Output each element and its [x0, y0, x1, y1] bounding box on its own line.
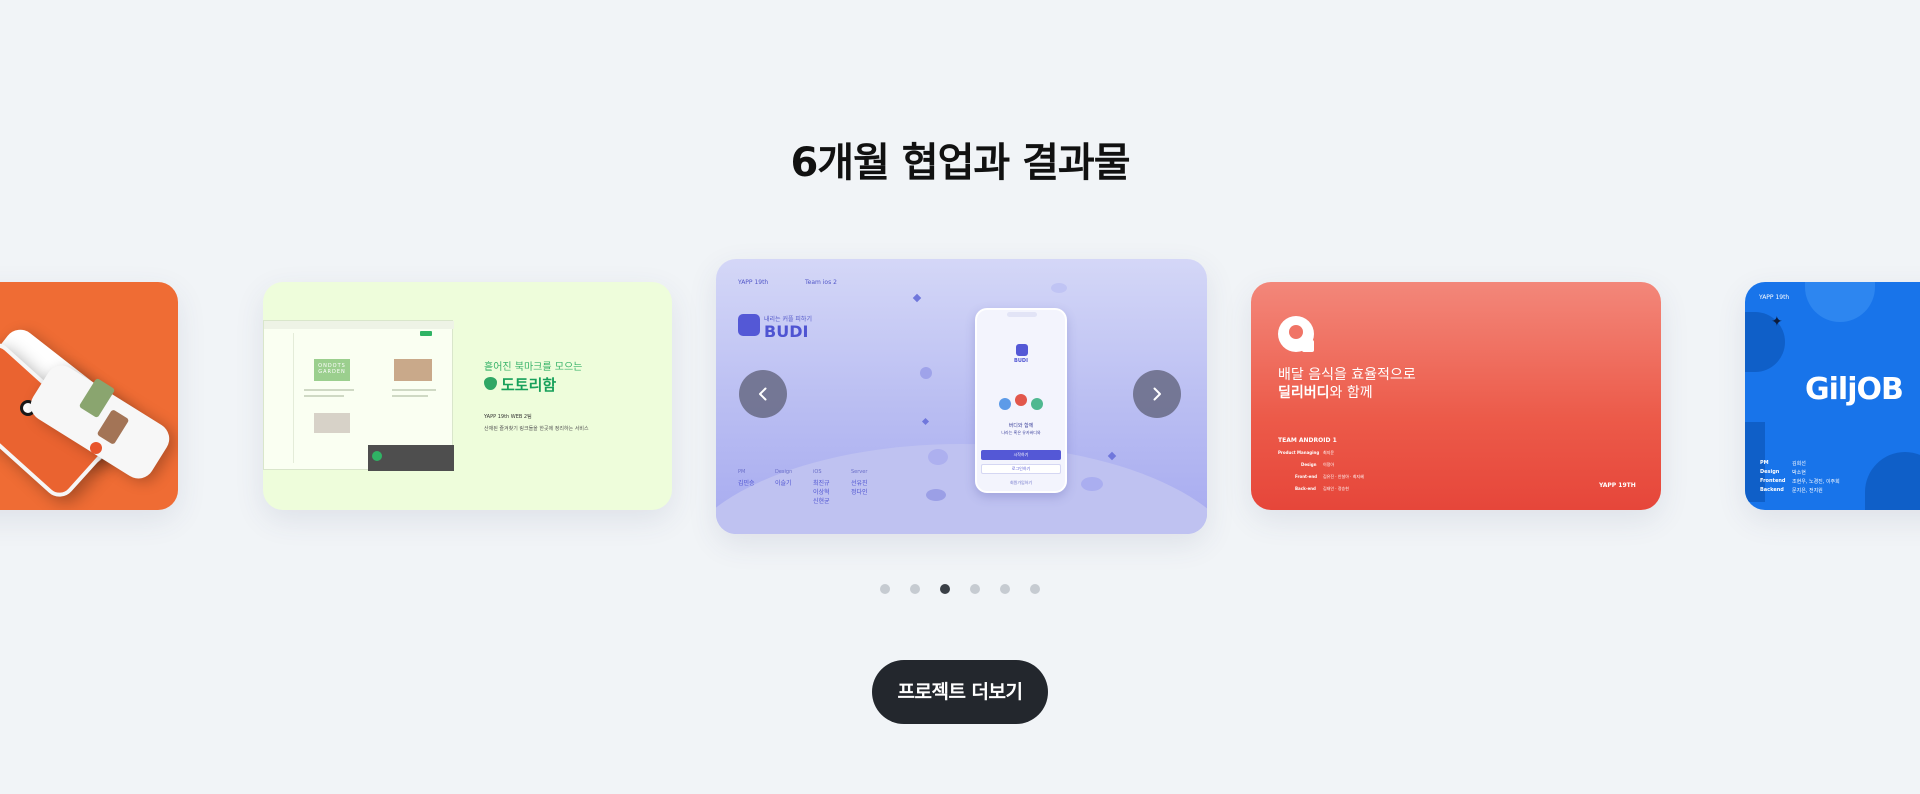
credit-name: 최진규 [813, 480, 830, 487]
character-icon [1015, 394, 1027, 406]
credit-name: 김민승 [738, 480, 755, 487]
web-screenshot-mockup: ONDOTS GARDEN [263, 320, 454, 471]
credit-name: 박소현 [1792, 470, 1806, 476]
pagination-dot-6[interactable] [1030, 584, 1040, 594]
acorn-icon [484, 377, 497, 390]
delivery-team: TEAM ANDROID 1 [1278, 437, 1337, 444]
credit-name: 김태인 · 정승현 [1323, 486, 1349, 491]
credit-name: 정다인 [851, 489, 868, 496]
phone-line1: 버디와 함께 [1008, 423, 1034, 429]
credit-name: 조현우, 노경진, 이주희 [1792, 479, 1840, 485]
carousel-next-button[interactable] [1133, 370, 1181, 418]
moon-crater [1081, 477, 1103, 491]
pagination-dot-4[interactable] [970, 584, 980, 594]
carousel-prev-button[interactable] [739, 370, 787, 418]
pagination-dot-3[interactable] [940, 584, 950, 594]
project-slide-orange[interactable] [0, 282, 178, 510]
project-slide-delivery[interactable]: 배달 음식을 효율적으로 딜리버디와 함께 TEAM ANDROID 1 Pro… [1251, 282, 1661, 510]
credit-role: Design [1760, 469, 1780, 475]
delivery-brand: 딜리버디 [1278, 385, 1330, 401]
sparkle-icon [912, 293, 922, 303]
chevron-left-icon [759, 387, 767, 401]
credit-role: Server [851, 469, 868, 475]
credit-role: Design [1301, 462, 1317, 467]
credit-role: Product Managing [1278, 450, 1320, 455]
dotori-team: YAPP 19th WEB 2팀 [484, 414, 532, 420]
planet-icon [920, 367, 932, 379]
credit-name: 신현균 [813, 498, 830, 505]
delivery-line1: 배달 음식을 효율적으로 [1278, 367, 1416, 383]
credit-role: PM [738, 469, 746, 475]
phone-login-button: 로그인하기 [981, 464, 1061, 474]
credit-name: 이상혁 [813, 489, 830, 496]
credit-role: Back-end [1295, 486, 1316, 491]
phone-footer: 회원가입하기 [1009, 480, 1033, 485]
dotori-tagline: 흩어진 북마크를 모으는 [484, 362, 583, 373]
credit-name: 문지은, 전지원 [1792, 488, 1823, 494]
pagination-dot-1[interactable] [880, 584, 890, 594]
credit-name: 최지윤 [1323, 450, 1335, 455]
budi-yapp: YAPP 19th [738, 279, 769, 286]
star-icon: ✦ [1771, 314, 1783, 330]
credit-name: 이정아 [1323, 462, 1335, 467]
credit-name: 이슬기 [775, 480, 792, 487]
credit-role: PM [1760, 460, 1769, 466]
credit-role: Backend [1760, 487, 1784, 493]
credit-name: 김유진 · 안설아 · 최지혜 [1323, 474, 1364, 479]
phone-line2: 나라는 혹은 유카버디와 [1001, 430, 1041, 435]
phone-start-button: 시작하기 [981, 450, 1061, 460]
credit-role: Front-end [1295, 474, 1318, 479]
planet-icon [1051, 283, 1067, 293]
project-slide-giljob[interactable]: YAPP 19th ✦ GiljOB PM 김희선 Design 박소현 Fro… [1745, 282, 1920, 510]
giljob-yapp: YAPP 19th [1759, 294, 1790, 301]
giljob-name: GiljOB [1805, 372, 1904, 407]
credit-role: Frontend [1760, 478, 1786, 484]
moon-surface [716, 444, 1207, 534]
dotori-name: 도토리함 [501, 376, 557, 394]
character-icon [1031, 398, 1043, 410]
delivery-line2-rest: 와 함께 [1329, 385, 1373, 401]
credit-role: Design [775, 469, 793, 475]
sparkle-icon [921, 417, 930, 426]
chevron-right-icon [1153, 387, 1161, 401]
budi-team: Team ios 2 [805, 279, 837, 286]
phone-mockup: BUDI 버디와 함께 나라는 혹은 유카버디와 시작하기 로그인하기 회원가입… [975, 308, 1067, 493]
budi-logo-icon [738, 314, 760, 336]
delivery-yapp: YAPP 19TH [1599, 482, 1636, 489]
credit-name: 김희선 [1792, 461, 1806, 467]
moon-crater [926, 489, 946, 501]
phone-title: BUDI [1014, 358, 1028, 364]
budi-name: BUDI [764, 322, 809, 341]
delivery-logo-icon [1278, 316, 1314, 352]
pagination-dot-5[interactable] [1000, 584, 1010, 594]
credit-name: 선유진 [851, 480, 868, 487]
delivery-line2: 딜리버디와 함께 [1278, 382, 1373, 402]
carousel-pagination [0, 584, 1920, 594]
character-icon [999, 398, 1011, 410]
more-projects-button[interactable]: 프로젝트 더보기 [872, 660, 1048, 724]
project-slide-dotori[interactable]: ONDOTS GARDEN 흩어진 북마크를 모으는 도토리함 YAPP 19t… [263, 282, 672, 510]
sparkle-icon [1107, 451, 1117, 461]
section-title: 6개월 협업과 결과물 [790, 140, 1130, 186]
moon-crater [928, 449, 948, 465]
pagination-dot-2[interactable] [910, 584, 920, 594]
screen-title: ONDOTS GARDEN [318, 363, 346, 375]
dotori-description: 산재된 즐겨찾기 링크들을 한곳에 정리하는 서비스 [484, 426, 589, 432]
phone-logo-icon [1016, 344, 1028, 356]
credit-role: iOS [813, 469, 822, 475]
